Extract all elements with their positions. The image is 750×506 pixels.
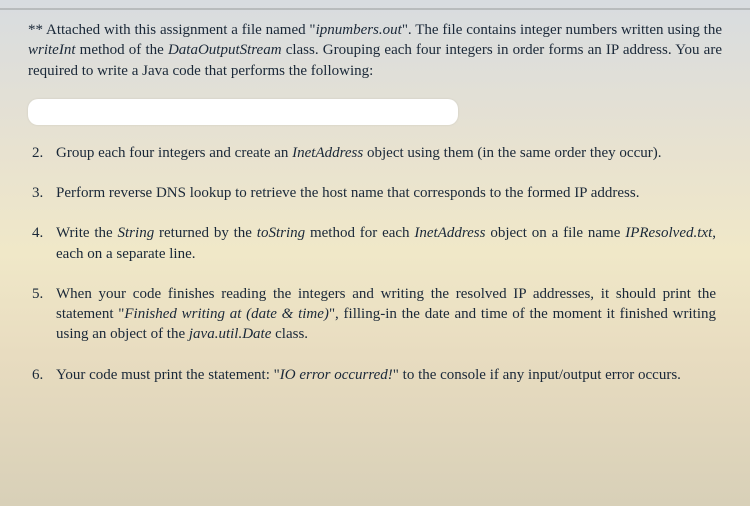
step-italic: toString [257, 225, 305, 241]
step-text: class. [271, 326, 308, 342]
step-number: 5. [32, 284, 52, 304]
intro-filename: ipnumbers.out [316, 22, 402, 38]
step-text: method for each [305, 225, 414, 241]
intro-mid1: ". The file contains integer numbers wri… [402, 22, 722, 38]
step-text: Group each four integers and create an [56, 145, 292, 161]
step-6: 6.Your code must print the statement: "I… [56, 365, 722, 385]
step-number: 6. [32, 365, 52, 385]
step-5: 5.When your code finishes reading the in… [56, 284, 722, 345]
step-text: object using them (in the same order the… [363, 145, 661, 161]
step-text: Perform reverse DNS lookup to retrieve t… [56, 185, 639, 201]
step-italic: Finished writing at (date & time) [124, 306, 329, 322]
step-italic: IO error occurred! [280, 367, 393, 383]
step-4: 4.Write the String returned by the toStr… [56, 223, 722, 264]
step-text: object on a file name [486, 225, 626, 241]
step-italic: IPResolved.txt [625, 225, 712, 241]
intro-prefix: ** Attached with this assignment a file … [28, 22, 316, 38]
step-number: 4. [32, 223, 52, 243]
assignment-intro: ** Attached with this assignment a file … [28, 20, 722, 81]
intro-method: writeInt [28, 42, 76, 58]
step-italic: String [118, 225, 155, 241]
step-text: Write the [56, 225, 118, 241]
step-text: Your code must print the statement: " [56, 367, 280, 383]
step-2: 2.Group each four integers and create an… [56, 143, 722, 163]
step-text: " to the console if any input/output err… [393, 367, 681, 383]
intro-classname: DataOutputStream [168, 42, 282, 58]
step-number: 2. [32, 143, 52, 163]
step-italic: InetAddress [292, 145, 363, 161]
assignment-steps: 2.Group each four integers and create an… [28, 143, 722, 385]
redaction-mark [28, 99, 458, 125]
step-text: returned by the [154, 225, 257, 241]
step-number: 3. [32, 183, 52, 203]
step-3: 3.Perform reverse DNS lookup to retrieve… [56, 183, 722, 203]
step-italic: java.util.Date [189, 326, 272, 342]
step-italic: InetAddress [414, 225, 485, 241]
intro-mid2: method of the [76, 42, 168, 58]
